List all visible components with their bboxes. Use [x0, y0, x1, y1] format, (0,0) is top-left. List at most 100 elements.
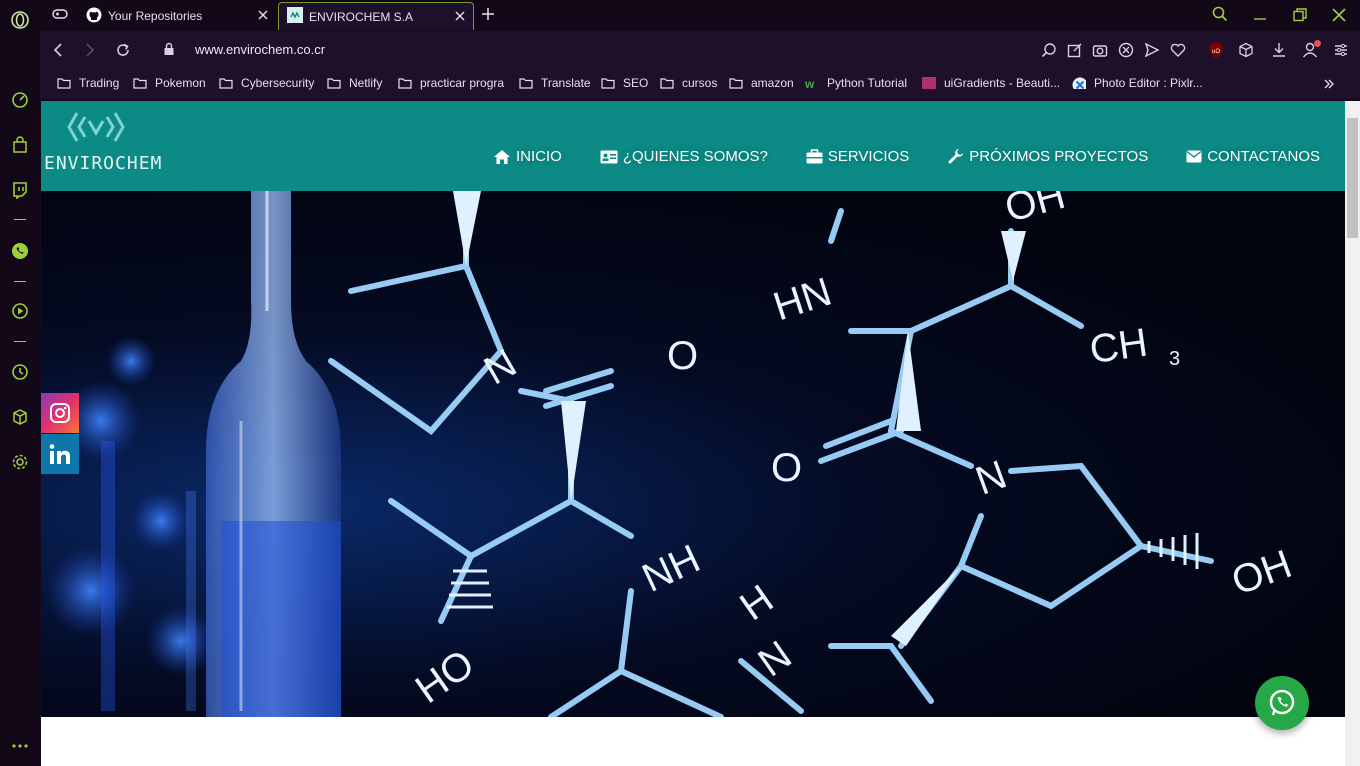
- tab-envirochem[interactable]: ENVIROCHEM S.A: [278, 2, 474, 30]
- nav-quienes-somos[interactable]: ¿QUIENES SOMOS?: [600, 148, 768, 165]
- main-nav: INICIO ¿QUIENES SOMOS? SERVICIOS PRÓXIMO…: [455, 148, 1320, 165]
- content-section: [41, 717, 1345, 766]
- speed-dial-icon[interactable]: [10, 90, 30, 110]
- bookmark-folder[interactable]: SEO: [601, 76, 648, 90]
- share-edit-icon[interactable]: [1067, 42, 1083, 63]
- url-field[interactable]: www.envirochem.co.cr: [195, 42, 325, 57]
- scrollbar-thumb[interactable]: [1347, 118, 1358, 238]
- uigradients-icon: [922, 77, 936, 89]
- envelope-icon: [1186, 150, 1202, 163]
- molecule-label: 3: [1169, 348, 1180, 370]
- easy-setup-menu-icon[interactable]: [1334, 43, 1348, 62]
- bookmark-label: Cybersecurity: [241, 76, 315, 90]
- nav-label: CONTACTANOS: [1207, 148, 1320, 165]
- molecule-label: CH: [1087, 321, 1150, 373]
- send-icon[interactable]: [1144, 42, 1160, 63]
- molecule-label: N: [477, 341, 524, 394]
- nav-label: SERVICIOS: [827, 148, 910, 165]
- nav-servicios[interactable]: SERVICIOS: [806, 148, 909, 165]
- camera-snapshot-icon[interactable]: [1092, 42, 1108, 63]
- close-tab-icon[interactable]: [256, 8, 270, 22]
- back-arrow-icon[interactable]: [52, 43, 64, 62]
- page-search-icon[interactable]: [1041, 42, 1057, 63]
- tab-title: ENVIROCHEM S.A: [309, 9, 414, 24]
- whatsapp-icon: [1269, 689, 1295, 716]
- nav-label: ¿QUIENES SOMOS?: [622, 148, 768, 165]
- bookmark-folder[interactable]: amazon: [729, 76, 794, 90]
- history-clock-icon[interactable]: [10, 362, 30, 382]
- reload-icon[interactable]: [115, 42, 131, 63]
- close-window-icon[interactable]: [1332, 8, 1346, 27]
- bookmark-python-tutorial[interactable]: w Python Tutorial: [805, 76, 907, 90]
- molecule-label: OH: [1226, 542, 1297, 604]
- bookmark-folder[interactable]: Pokemon: [133, 76, 206, 90]
- minimize-icon[interactable]: [1253, 8, 1267, 27]
- svg-text:w: w: [805, 77, 815, 89]
- instagram-link[interactable]: [41, 393, 79, 433]
- nav-proximos-proyectos[interactable]: PRÓXIMOS PROYECTOS: [947, 148, 1148, 165]
- bookmark-folder[interactable]: Cybersecurity: [219, 76, 314, 90]
- molecule-label: OH: [1000, 191, 1069, 231]
- bookmark-folder[interactable]: Trading: [57, 76, 119, 90]
- bookmark-folder[interactable]: Netlify: [327, 76, 382, 90]
- envirochem-logo-icon[interactable]: [65, 109, 127, 154]
- folder-icon: [219, 78, 233, 89]
- heart-bookmark-icon[interactable]: [1170, 42, 1186, 63]
- download-icon[interactable]: [1271, 42, 1287, 63]
- github-icon: [86, 7, 102, 26]
- folder-icon: [57, 78, 71, 89]
- opera-logo-icon[interactable]: [10, 10, 30, 30]
- home-icon: [493, 149, 510, 164]
- bookmark-label: cursos: [682, 76, 718, 90]
- settings-gear-icon[interactable]: [10, 452, 30, 472]
- wrench-icon: [948, 149, 964, 164]
- bookmark-uigradients[interactable]: uiGradients - Beauti...: [922, 76, 1060, 90]
- forward-arrow-icon[interactable]: [84, 43, 96, 62]
- bookmark-label: practicar progra: [420, 76, 505, 90]
- molecule-label: HO: [408, 642, 482, 712]
- linkedin-link[interactable]: [41, 434, 79, 474]
- folder-icon: [601, 78, 615, 89]
- extensions-cube-icon[interactable]: [10, 407, 30, 427]
- logo-text[interactable]: ENVIROCHEM: [44, 153, 162, 174]
- bookmark-folder[interactable]: cursos: [660, 76, 717, 90]
- gamepad-icon[interactable]: [52, 7, 68, 26]
- search-tabs-icon[interactable]: [1212, 6, 1228, 27]
- molecule-label: NH: [636, 537, 707, 601]
- bookmark-folder[interactable]: practicar progra: [398, 76, 504, 90]
- whatsapp-sidebar-icon[interactable]: [10, 241, 30, 261]
- bookmark-folder[interactable]: Translate: [519, 76, 591, 90]
- molecule-label: HN: [768, 270, 837, 330]
- instagram-icon: [50, 403, 70, 423]
- nav-inicio[interactable]: INICIO: [493, 148, 562, 165]
- briefcase-icon: [806, 149, 823, 164]
- adblock-icon[interactable]: [1118, 42, 1134, 63]
- more-bookmarks-chevron-icon[interactable]: [1323, 77, 1335, 95]
- bookmark-label: uiGradients - Beauti...: [944, 76, 1061, 90]
- new-tab-plus-icon[interactable]: [481, 7, 495, 26]
- hero-molecule-illustration: HN CH 3 O N O N NH H N OH HO OH: [46, 191, 1297, 717]
- ublock-origin-icon[interactable]: uO: [1208, 41, 1224, 64]
- whatsapp-chat-button[interactable]: [1255, 676, 1309, 730]
- site-header: ENVIROCHEM INICIO ¿QUIENES SOMOS? SERVIC…: [41, 101, 1345, 191]
- folder-icon: [729, 78, 743, 89]
- twitch-icon[interactable]: [10, 180, 30, 200]
- player-icon[interactable]: [10, 301, 30, 321]
- molecule-label: N: [970, 452, 1012, 503]
- restore-icon[interactable]: [1293, 8, 1307, 27]
- folder-icon: [519, 78, 533, 89]
- tab-title: Your Repositories: [108, 9, 203, 23]
- nav-contactanos[interactable]: CONTACTANOS: [1186, 148, 1320, 165]
- close-tab-icon[interactable]: [453, 9, 467, 23]
- molecule-label: O: [667, 334, 698, 378]
- account-icon[interactable]: [1302, 40, 1322, 63]
- hero-banner: HN CH 3 O N O N NH H N OH HO OH: [41, 191, 1345, 717]
- bookmark-pixlr[interactable]: Photo Editor : Pixlr...: [1072, 76, 1203, 90]
- shopping-bag-icon[interactable]: [10, 135, 30, 155]
- folder-icon: [327, 78, 341, 89]
- tab-your-repositories[interactable]: Your Repositories: [78, 2, 276, 30]
- extensions-icon[interactable]: [1238, 42, 1254, 63]
- nav-label: PRÓXIMOS PROYECTOS: [969, 148, 1149, 165]
- padlock-icon[interactable]: [163, 42, 175, 61]
- more-options-icon[interactable]: [10, 736, 30, 756]
